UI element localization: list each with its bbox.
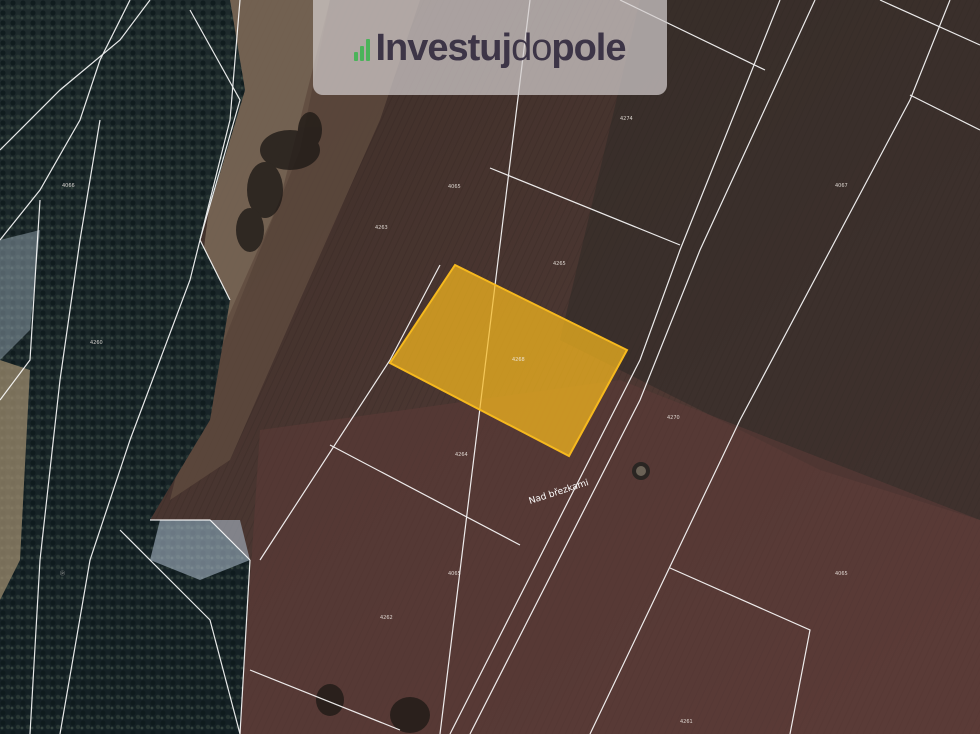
parcel-number: 4261 bbox=[680, 719, 693, 725]
forest-trees bbox=[0, 0, 250, 734]
parcel-number: 4067 bbox=[835, 183, 848, 189]
parcel-number: 4262 bbox=[380, 615, 393, 621]
brand-logo: Investuj do pole bbox=[354, 26, 627, 69]
satellite-map[interactable]: 4066 4065 4263 4265 4268 4270 4274 4264 … bbox=[0, 0, 980, 734]
parcel-number: 4263 bbox=[375, 225, 388, 231]
parcel-number: 4268 bbox=[512, 357, 525, 363]
parcel-number: ⓟ bbox=[60, 570, 65, 577]
brand-name-part1: Investuj bbox=[375, 26, 512, 69]
parcel-number: 4066 bbox=[62, 183, 75, 189]
brand-watermark: Investuj do pole bbox=[313, 0, 667, 95]
brand-name-part2: do bbox=[511, 26, 552, 69]
parcel-number: 4065 bbox=[448, 184, 461, 190]
parcel-number: 4264 bbox=[455, 452, 468, 458]
field-tree-top bbox=[636, 466, 646, 476]
parcel-number: 4260 bbox=[90, 340, 103, 346]
parcel-number: 4274 bbox=[620, 116, 633, 122]
parcel-number: 4065 bbox=[835, 571, 848, 577]
parcel-number: 4265 bbox=[553, 261, 566, 267]
parcel-number: 4065 bbox=[448, 571, 461, 577]
brand-name-part3: pole bbox=[551, 26, 626, 69]
parcel-number: 4270 bbox=[667, 415, 680, 421]
bar-chart-icon bbox=[354, 35, 372, 61]
